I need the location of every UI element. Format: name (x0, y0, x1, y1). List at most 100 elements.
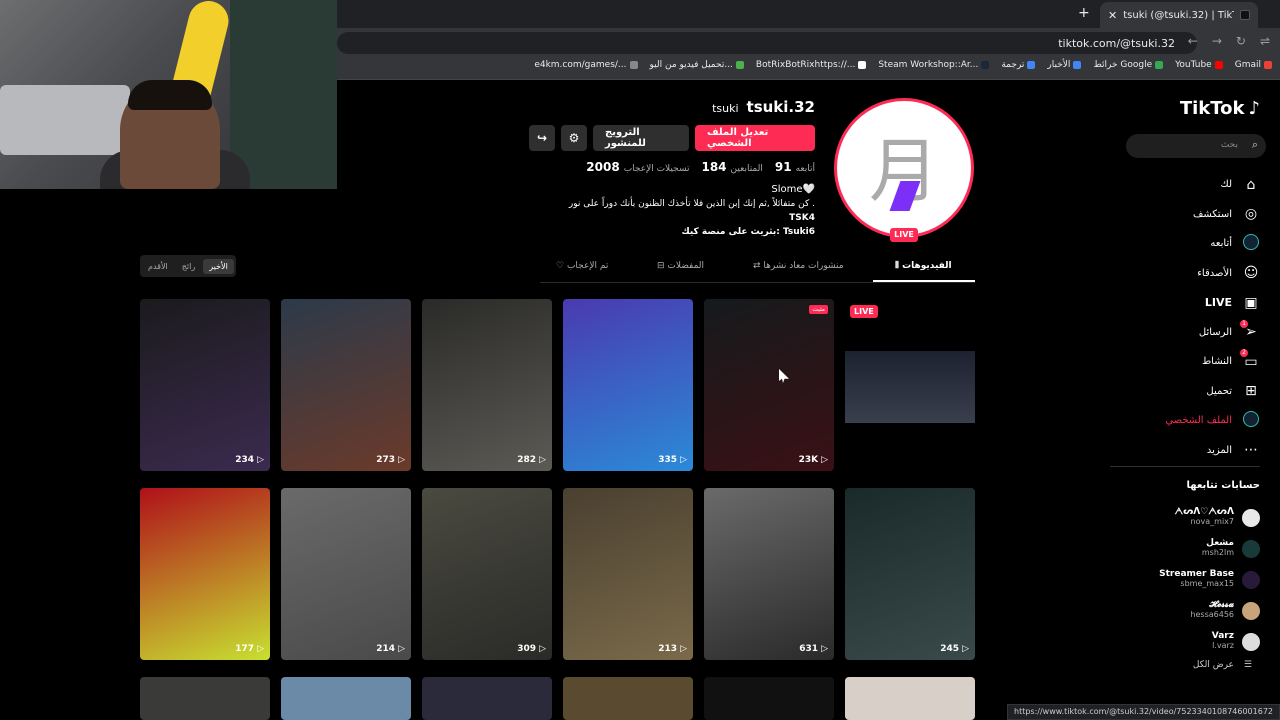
video-tile[interactable]: 214 ▷ (281, 488, 411, 660)
see-all-link[interactable]: عرض الكل ☰ (1193, 660, 1252, 670)
following-list: ᗅᔕᐱ♡ᗅᔕᐱ nova_mix7 مشعل msh2lm Streamer Base s… (1140, 502, 1260, 657)
video-tile[interactable] (281, 677, 411, 720)
bookmark-item[interactable]: e4km.com/games/... (534, 60, 638, 70)
bio-line-4: بثريث على منصة كيك: Tsuki6 (681, 227, 815, 237)
profile-avatar[interactable]: 月 (834, 98, 974, 238)
sidebar-item[interactable]: ▭ النشاط 2 (1110, 347, 1260, 377)
sidebar-item[interactable]: ☺ الأصدقاء (1110, 259, 1260, 289)
sidebar-item[interactable]: الملف الشخصي (1110, 406, 1260, 436)
sidebar-item-label: تحميل (1206, 385, 1232, 397)
compass-icon: ◎ (1244, 206, 1258, 223)
reload-icon[interactable]: ↻ (1236, 34, 1246, 48)
sidebar-item[interactable]: ⌂ لك (1110, 170, 1260, 200)
tiktok-logo[interactable]: TikTok ♪ (1180, 98, 1260, 119)
profile-stat[interactable]: المتابعين 184 (701, 160, 762, 174)
view-count: 214 ▷ (376, 644, 405, 654)
sidebar-item[interactable]: ⊞ تحميل (1110, 377, 1260, 407)
video-tile[interactable]: مثبت 23K ▷ (704, 299, 834, 471)
sidebar-item-label: أتابعه (1210, 238, 1232, 250)
sort-latest[interactable]: الأخير (203, 258, 234, 274)
tab-reposts-label: منشورات معاد نشرها (763, 261, 844, 271)
bookmark-item[interactable]: ترجمة (1001, 60, 1036, 70)
following-item[interactable]: ᗅᔕᐱ♡ᗅᔕᐱ nova_mix7 (1140, 502, 1260, 533)
new-tab-button[interactable]: + (1078, 5, 1090, 21)
video-tile[interactable]: 273 ▷ (281, 299, 411, 471)
following-item[interactable]: 𝓗𝓮𝓼𝓼𝓪 hessa6456 (1140, 595, 1260, 626)
tab-videos[interactable]: ⦀ الفيديوهات (895, 261, 952, 271)
video-tile[interactable] (422, 677, 552, 720)
tab-favorites[interactable]: ⊟ المفضلات (657, 261, 704, 271)
close-tab-icon[interactable]: ✕ (1108, 9, 1117, 22)
sort-popular[interactable]: رائج (176, 259, 201, 274)
following-item[interactable]: Varz l.varz (1140, 626, 1260, 657)
video-tile[interactable]: 177 ▷ (140, 488, 270, 660)
profile-stat[interactable]: أتابعه 91 (775, 160, 815, 174)
bookmark-label: خرائط Google (1093, 60, 1153, 70)
live-badge[interactable]: LIVE (890, 228, 918, 242)
video-tile[interactable] (140, 677, 270, 720)
screen: + ✕ tsuki (@tsuki.32) | TikTok tiktok.co… (0, 0, 1280, 720)
play-icon: ▷ (821, 644, 828, 654)
view-count-number: 631 (799, 644, 819, 654)
tune-icon[interactable]: ⇌ (1260, 34, 1270, 48)
following-item[interactable]: Streamer Base sbme_max15 (1140, 564, 1260, 595)
share-icon[interactable]: ↪ (529, 125, 555, 151)
bio-line-2: كن متفائلاً ,ثم إنك إبن الذين فلا تأخذك … (568, 199, 815, 209)
sort-toggle: الأخير رائج الأقدم (140, 255, 236, 277)
video-tile[interactable] (845, 677, 975, 720)
url-text[interactable]: tiktok.com/@tsuki.32 (1058, 37, 1175, 50)
sidebar-item[interactable]: ▣ LIVE (1110, 288, 1260, 318)
bookmark-item[interactable]: الأخبار (1047, 60, 1082, 70)
play-icon: ▷ (257, 455, 264, 465)
video-tile[interactable]: 213 ▷ (563, 488, 693, 660)
sidebar-item[interactable]: ◎ استكشف (1110, 200, 1260, 230)
bookmark-item[interactable]: Steam Workshop::Ar... (878, 60, 990, 70)
bookmark-item[interactable]: خرائط Google (1093, 60, 1164, 70)
sort-oldest[interactable]: الأقدم (142, 259, 174, 274)
bookmark-favicon-icon (1214, 61, 1223, 69)
sidebar-item[interactable]: ⋯ المزيد (1110, 436, 1260, 466)
video-tile[interactable]: 309 ▷ (422, 488, 552, 660)
bookmark-item[interactable]: BotRixBotRixhttps://... (756, 60, 867, 70)
video-tile[interactable]: 335 ▷ (563, 299, 693, 471)
sidebar-item[interactable]: ➢ الرسائل 1 (1110, 318, 1260, 348)
search-input[interactable]: بحث ⌕ (1126, 134, 1266, 158)
avatar (1242, 632, 1260, 651)
video-tile[interactable] (563, 677, 693, 720)
following-names: 𝓗𝓮𝓼𝓼𝓪 hessa6456 (1190, 600, 1234, 620)
live-tile-badge: LIVE (850, 305, 878, 318)
live-tile[interactable]: LIVE (845, 299, 975, 471)
bookmark-favicon-icon (1155, 61, 1164, 69)
bookmark-label: Gmail (1234, 60, 1261, 70)
list-icon: ☰ (1243, 660, 1252, 670)
search-icon[interactable]: ⌕ (1252, 138, 1258, 152)
browser-tab[interactable]: ✕ tsuki (@tsuki.32) | TikTok (1100, 2, 1258, 28)
sidebar-divider (1110, 466, 1260, 467)
profile-stat[interactable]: تسجيلات الإعجاب 2008 (586, 160, 689, 174)
settings-gear-icon[interactable]: ⚙ (561, 125, 587, 151)
avatar (1242, 601, 1260, 620)
back-icon[interactable]: ← (1188, 34, 1198, 48)
video-tile[interactable]: 234 ▷ (140, 299, 270, 471)
video-tile[interactable] (704, 677, 834, 720)
tab-reposts[interactable]: ⇄ منشورات معاد نشرها (753, 261, 844, 271)
following-avatar-icon (1242, 233, 1260, 254)
sidebar-item[interactable]: أتابعه (1110, 229, 1260, 259)
sidebar-item-label: الملف الشخصي (1165, 415, 1232, 427)
tab-liked[interactable]: ♡ تم الإعجاب (556, 261, 608, 271)
profile-names: tsuki.32 tsuki (712, 98, 815, 116)
view-count-number: 309 (517, 644, 537, 654)
bookmark-item[interactable]: Gmail (1235, 60, 1272, 70)
view-count-number: 213 (658, 644, 678, 654)
forward-icon[interactable]: → (1212, 34, 1222, 48)
bookmark-item[interactable]: YouTube (1175, 60, 1223, 70)
heart-icon: ♡ (556, 261, 567, 271)
edit-profile-button[interactable]: تعديل الملف الشخصي (695, 125, 815, 151)
video-tile[interactable]: 631 ▷ (704, 488, 834, 660)
sidebar-item-label: المزيد (1206, 444, 1232, 456)
video-tile[interactable]: 245 ▷ (845, 488, 975, 660)
following-item[interactable]: مشعل msh2lm (1140, 533, 1260, 564)
video-tile[interactable]: 282 ▷ (422, 299, 552, 471)
promote-post-button[interactable]: الترويج للمنشور (593, 125, 689, 151)
bookmark-item[interactable]: تحميل فيديو من اليو... (650, 60, 744, 70)
